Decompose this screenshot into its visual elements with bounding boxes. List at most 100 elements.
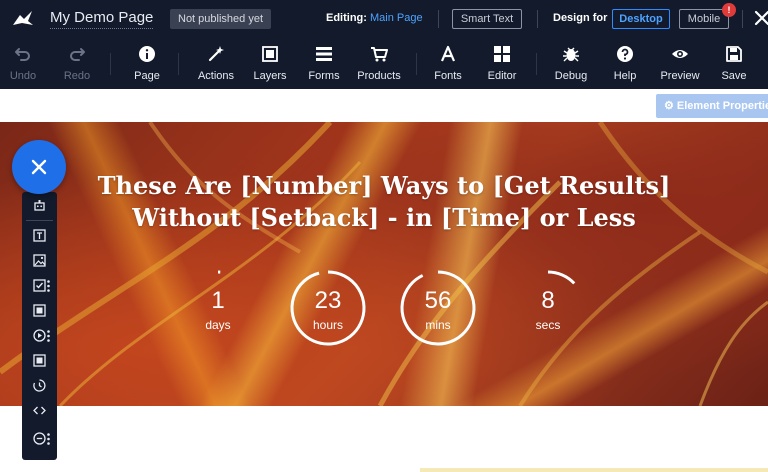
eye-icon <box>658 45 702 67</box>
toolbar-divider <box>536 53 537 75</box>
close-icon <box>31 159 47 175</box>
toolbar-divider <box>416 53 417 75</box>
close-toolbox-button[interactable] <box>12 140 66 194</box>
toolbox-timer-item[interactable] <box>22 374 57 398</box>
page-button[interactable]: Page <box>128 39 166 89</box>
section-icon <box>33 354 46 367</box>
toolbox-code-item[interactable] <box>22 399 57 423</box>
debug-label: Debug <box>554 70 588 82</box>
top-bar: My Demo Page Not published yet Editing: … <box>0 0 768 39</box>
forms-button[interactable]: Forms <box>306 39 342 89</box>
list-icon <box>306 45 342 67</box>
countdown-secs-value: 8 <box>541 287 555 314</box>
save-button[interactable]: Save <box>718 39 750 89</box>
element-properties-button[interactable]: ⚙ Element Properties <box>656 94 768 118</box>
toolbar-divider <box>178 53 179 75</box>
site-title[interactable]: My Demo Page <box>50 9 154 29</box>
cart-icon <box>355 45 403 67</box>
countdown-mins-value: 56 <box>424 287 452 314</box>
info-icon <box>128 45 166 67</box>
toolbox-separator <box>26 220 53 221</box>
element-toolbox-panel <box>22 192 57 460</box>
brush-stroke-background <box>0 122 768 406</box>
divider <box>438 10 439 28</box>
toolbox-block-item[interactable] <box>22 349 57 373</box>
hero-section[interactable]: These Are [Number] Ways to [Get Results]… <box>0 122 768 406</box>
countdown-days: 1 days <box>178 268 258 348</box>
hero-headline[interactable]: These Are [Number] Ways to [Get Results]… <box>0 170 768 234</box>
editor-button[interactable]: Editor <box>484 39 520 89</box>
hero-headline-line-1: These Are [Number] Ways to [Get Results] <box>97 171 671 200</box>
image-icon <box>33 254 46 267</box>
countdown-secs: 8 secs <box>508 268 588 348</box>
layers-icon <box>252 45 288 67</box>
magic-wand-icon <box>194 45 238 67</box>
checkbox-icon <box>33 279 46 292</box>
countdown-secs-unit: secs <box>535 318 561 332</box>
smart-text-button[interactable]: Smart Text <box>452 9 522 29</box>
help-label: Help <box>613 70 637 82</box>
divider <box>537 10 538 28</box>
toolbox-text-item[interactable] <box>22 224 57 248</box>
floppy-icon <box>718 45 750 67</box>
redo-button[interactable]: Redo <box>60 39 94 89</box>
countdown-hours-unit: hours <box>312 318 344 332</box>
section-icon <box>33 304 46 317</box>
app-logo-icon[interactable] <box>10 7 36 33</box>
help-button[interactable]: Help <box>608 39 642 89</box>
save-label: Save <box>721 70 747 82</box>
debug-button[interactable]: Debug <box>552 39 590 89</box>
countdown-hours-value: 23 <box>314 287 342 314</box>
close-icon[interactable] <box>752 8 768 28</box>
countdown-hours: 23 hours <box>288 268 368 348</box>
editing-page-link[interactable]: Main Page <box>370 12 423 24</box>
toolbox-image-item[interactable] <box>22 249 57 273</box>
page-label: Page <box>134 70 160 82</box>
countdown-days-unit: days <box>205 318 231 332</box>
toolbox-robot-item[interactable] <box>22 194 57 218</box>
countdown-mins: 56 mins <box>398 268 478 348</box>
toolbox-more-item[interactable] <box>22 427 57 451</box>
redo-icon <box>60 45 94 67</box>
toolbox-video-item[interactable] <box>22 324 57 348</box>
products-button[interactable]: Products <box>355 39 403 89</box>
products-label: Products <box>357 70 401 82</box>
layers-label: Layers <box>253 70 287 82</box>
fonts-button[interactable]: Fonts <box>430 39 466 89</box>
mobile-warning-badge: ! <box>722 3 736 17</box>
editor-label: Editor <box>487 70 517 82</box>
actions-label: Actions <box>197 70 235 82</box>
font-icon <box>430 45 466 67</box>
forms-label: Forms <box>308 70 340 82</box>
undo-button[interactable]: Undo <box>6 39 40 89</box>
hero-headline-line-2: Without [Setback] - in [Time] or Less <box>132 203 636 232</box>
grid-icon <box>484 45 520 67</box>
play-icon <box>33 329 46 342</box>
countdown-secs-arc <box>547 270 576 285</box>
more-options-icon[interactable] <box>47 330 50 342</box>
main-toolbar: Undo Redo Page Actions Layers Forms Prod… <box>0 39 768 89</box>
layers-button[interactable]: Layers <box>252 39 288 89</box>
robot-icon <box>34 200 45 211</box>
publish-status-badge: Not published yet <box>170 9 271 29</box>
redo-label: Redo <box>63 70 91 82</box>
countdown-mins-unit: mins <box>425 318 451 332</box>
undo-icon <box>6 45 40 67</box>
more-options-icon[interactable] <box>47 433 50 445</box>
text-box-icon <box>33 229 46 242</box>
more-options-icon[interactable] <box>47 280 50 292</box>
actions-button[interactable]: Actions <box>194 39 238 89</box>
bug-icon <box>552 45 590 67</box>
toolbox-checkbox-item[interactable] <box>22 274 57 298</box>
design-for-label: Design for <box>553 12 608 24</box>
toolbar-divider <box>110 53 111 75</box>
question-icon <box>608 45 642 67</box>
divider <box>742 10 743 28</box>
next-section-edge <box>420 468 768 472</box>
timer-icon <box>33 379 46 392</box>
toolbox-section-item[interactable] <box>22 299 57 323</box>
editing-label: Editing: <box>326 12 367 24</box>
desktop-view-button[interactable]: Desktop <box>612 9 670 29</box>
code-icon <box>33 406 46 415</box>
preview-button[interactable]: Preview <box>658 39 702 89</box>
